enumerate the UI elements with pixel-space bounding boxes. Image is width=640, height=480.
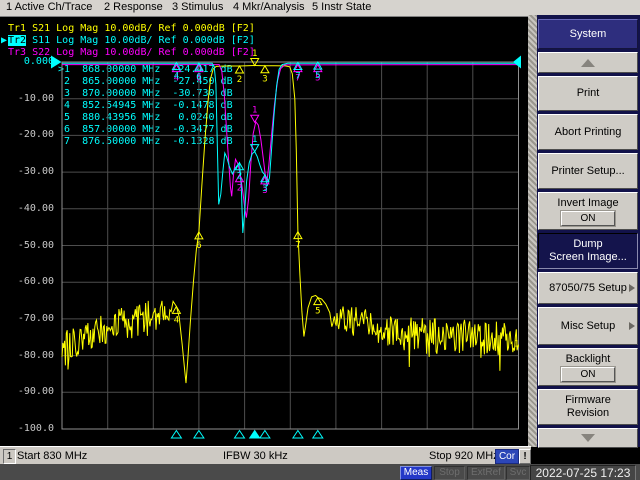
trace-title-tr1[interactable]: Tr1 S21 Log Mag 10.00dB/ Ref 0.000dB [F2… bbox=[8, 23, 255, 35]
softkey-label: 87050/75 Setup bbox=[549, 281, 627, 294]
softkey-sidebar: System Print Abort Printing Printer Setup..… bbox=[528, 15, 640, 448]
analyzer-screen: 1 Active Ch/Trace 2 Response 3 Stimulus 4 M… bbox=[0, 0, 640, 480]
submenu-arrow-icon bbox=[629, 322, 635, 330]
datetime-display: 2022-07-25 17:23 bbox=[530, 465, 636, 480]
submenu-arrow-icon bbox=[629, 284, 635, 292]
y-axis-tick-8: -80.00 bbox=[17, 349, 54, 361]
softkey-label: Printer Setup... bbox=[551, 164, 625, 177]
softkey-scrollbar[interactable] bbox=[528, 15, 537, 447]
menu-item-4[interactable]: 4 Mkr/Analysis bbox=[233, 1, 305, 13]
y-axis-tick-0: 0.000 bbox=[23, 56, 54, 67]
alert-badge: ! bbox=[519, 449, 531, 464]
softkey-label: Misc Setup bbox=[560, 319, 616, 332]
scroll-up-icon bbox=[581, 58, 595, 67]
y-axis-tick-3: -30.00 bbox=[17, 166, 54, 178]
stop-status-badge: Stop bbox=[434, 466, 465, 480]
ifbw-label: IFBW 30 kHz bbox=[223, 450, 288, 462]
marker-table-row-2: 2 865.00000 MHz -27.450 dB bbox=[58, 76, 233, 87]
y-axis-tick-2: -20.00 bbox=[17, 129, 54, 141]
softkey-label: Firmware bbox=[565, 394, 611, 406]
scroll-down-icon bbox=[581, 434, 595, 442]
marker-table-row-6: 6 857.00000 MHz -0.3477 dB bbox=[58, 124, 233, 135]
y-axis-tick-6: -60.00 bbox=[17, 276, 54, 288]
softkey-backlight[interactable]: Backlight ON bbox=[538, 348, 638, 386]
instrument-status-bar: Meas Stop ExtRef Svc 2022-07-25 17:23 bbox=[0, 464, 640, 480]
trace-title-tr2[interactable]: Tr2 S11 Log Mag 10.00dB/ Ref 0.000dB [F2… bbox=[8, 35, 255, 47]
menu-item-5[interactable]: 5 Instr State bbox=[312, 1, 371, 13]
stop-frequency-label: Stop 920 MHz bbox=[429, 450, 499, 462]
y-axis-tick-5: -50.00 bbox=[17, 239, 54, 251]
softkey-label: Invert Image bbox=[557, 196, 619, 209]
marker-table-row-4: 4 852.54945 MHz -0.1478 dB bbox=[58, 100, 233, 111]
menu-item-1[interactable]: 1 Active Ch/Trace bbox=[6, 1, 92, 13]
softkey-label: Backlight bbox=[565, 352, 611, 365]
extref-status-badge: ExtRef bbox=[467, 466, 505, 480]
softkey-firmware[interactable]: Firmware Revision bbox=[538, 389, 638, 425]
y-axis-tick-10: -100.0 bbox=[17, 423, 54, 434]
marker-table-row-1: >1 868.00000 MHz -24.417 dB bbox=[58, 64, 233, 75]
softkey-label-line2: Revision bbox=[566, 407, 610, 419]
marker-table-row-3: 3 870.00000 MHz -30.730 dB bbox=[58, 88, 233, 99]
y-axis-tick-4: -40.00 bbox=[17, 202, 54, 214]
softkey-label: Abort Printing bbox=[554, 125, 622, 138]
softkey-label: Dump bbox=[573, 238, 603, 250]
softkey-toggle-state[interactable]: ON bbox=[561, 210, 615, 226]
softkey-scroll-down[interactable] bbox=[538, 428, 638, 448]
menu-item-2[interactable]: 2 Response bbox=[104, 1, 163, 13]
marker-table: >1 868.00000 MHz -24.417 dB 2 865.00000 … bbox=[58, 64, 233, 148]
softkey-dump[interactable]: Dump Screen Image... bbox=[538, 233, 638, 269]
channel-status-bar: 1 Start 830 MHz IFBW 30 kHz Stop 920 MHz… bbox=[0, 446, 531, 465]
marker-table-row-7: 7 876.50000 MHz -0.1328 dB bbox=[58, 136, 233, 147]
y-axis-tick-7: -70.00 bbox=[17, 312, 54, 324]
softkey-label-line2: Screen Image... bbox=[549, 251, 627, 263]
softkey-toggle-state[interactable]: ON bbox=[561, 366, 615, 382]
active-trace-cursor-icon: ▶ bbox=[1, 35, 8, 46]
meas-status-badge: Meas bbox=[400, 466, 432, 480]
softkey-label: Print bbox=[576, 87, 600, 99]
softkey-87050-75-setup[interactable]: 87050/75 Setup bbox=[538, 272, 638, 304]
softkey-misc-setup[interactable]: Misc Setup bbox=[538, 307, 638, 345]
marker-table-row-5: 5 880.43956 MHz 0.0240 dB bbox=[58, 112, 233, 123]
y-axis-tick-9: -90.00 bbox=[17, 386, 54, 398]
svc-status-badge: Svc bbox=[506, 466, 530, 480]
softkey-abort-printing[interactable]: Abort Printing bbox=[538, 114, 638, 150]
y-axis-tick-1: -10.00 bbox=[17, 92, 54, 104]
channel-number-badge: 1 bbox=[3, 449, 16, 464]
softkey-system: System bbox=[538, 19, 638, 49]
softkey-scroll-up[interactable] bbox=[538, 52, 638, 73]
softkey-print[interactable]: Print bbox=[538, 76, 638, 111]
menu-item-3[interactable]: 3 Stimulus bbox=[172, 1, 223, 13]
softkey-label: System bbox=[569, 27, 607, 40]
start-frequency-label: Start 830 MHz bbox=[17, 450, 88, 462]
softkey-printer-setup[interactable]: Printer Setup... bbox=[538, 153, 638, 189]
correction-status-badge: Cor bbox=[495, 449, 519, 464]
softkey-invert-image[interactable]: Invert Image ON bbox=[538, 192, 638, 230]
